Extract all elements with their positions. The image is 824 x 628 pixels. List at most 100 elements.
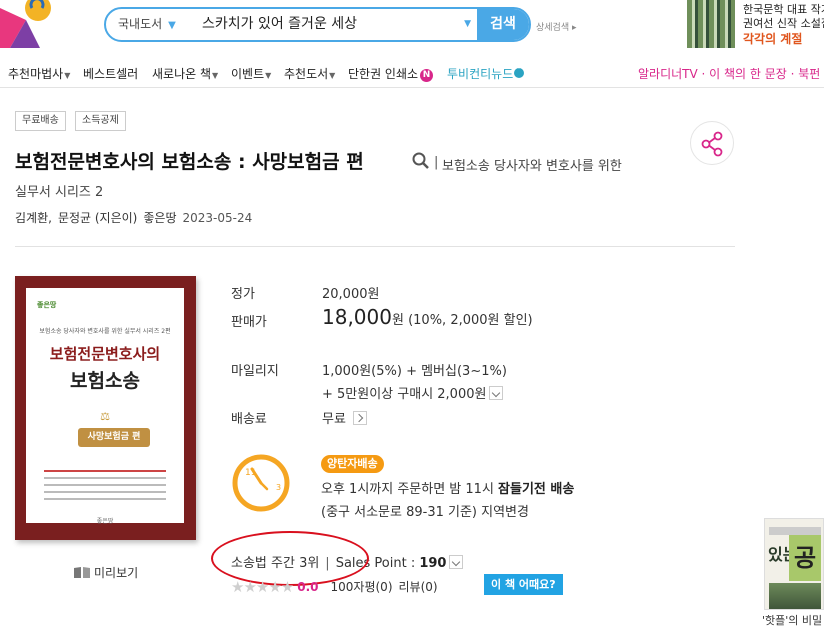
delivery-address-link[interactable]: (중구 서소문로 89-31 기준) 지역변경 <box>321 501 529 520</box>
caret-down-icon: ▼ <box>212 71 219 80</box>
clock-icon: 11 3 <box>231 453 291 513</box>
search-bar[interactable]: 국내도서 ▼ 스카치가 있어 즐거운 세상 ▼ 검색 <box>104 7 531 42</box>
book-cover[interactable]: 좋은땅 보험소송 당사자와 변호사를 위한 실무서 시리즈 2편 보험전문변호사… <box>15 276 196 540</box>
side-promo-caption[interactable]: '핫플'의 비밀 <box>762 612 822 628</box>
nav-item-bestseller[interactable]: 베스트셀러 <box>83 65 138 82</box>
sale-price-label: 판매가 <box>231 315 267 330</box>
mileage-expand-button[interactable] <box>489 386 504 400</box>
cover-panel: 좋은땅 보험소송 당사자와 변호사를 위한 실무서 시리즈 2편 보험전문변호사… <box>26 288 184 525</box>
clock-label-11: 11 <box>245 468 256 478</box>
caret-down-icon: ▼ <box>329 71 336 80</box>
delivery-line1-text: 오후 1시까지 주문하면 밤 11시 <box>321 482 499 497</box>
caret-down-icon: ▼ <box>265 71 272 80</box>
review-count[interactable]: 리뷰(0) <box>399 580 438 594</box>
nav-item-tobecontinued[interactable]: 투비컨티뉴드 <box>447 64 525 82</box>
search-scope-label: 국내도서 <box>118 17 163 31</box>
advanced-search-link[interactable]: 상세검색 ▸ <box>536 20 577 33</box>
nav-label: 추천마법사 <box>8 67 64 81</box>
new-badge: N <box>420 69 434 82</box>
nav-item-recommended-books[interactable]: 추천도서▼ <box>284 65 335 82</box>
cover-title-line2: 보험소송 <box>70 370 140 392</box>
book-title: 보험전문변호사의 보험소송 : 사망보험금 편 <box>15 151 364 173</box>
share-icon <box>701 131 723 157</box>
shipping-value-text: 무료 <box>322 412 346 427</box>
mileage-line2: + 5만원이상 구매시 2,000원 <box>322 383 504 402</box>
advanced-search-label: 상세검색 <box>536 23 570 33</box>
sale-price-value: 18,000 <box>322 305 392 329</box>
divider <box>15 246 735 247</box>
tag-tax-deduction: 소득공제 <box>75 111 126 131</box>
list-price-label: 정가 <box>231 287 255 302</box>
promo-header-strip <box>769 527 821 535</box>
nav-item-print-shop[interactable]: 단한권 인쇄소 N <box>348 65 434 82</box>
cover-publisher-logo: 좋은땅 <box>37 301 57 309</box>
delivery-line1: 오후 1시까지 주문하면 밤 11시 잠들기전 배송 <box>321 478 574 497</box>
nav-right-links[interactable]: 알라디너TV · 이 책의 한 문장 · 북펀 <box>638 65 820 82</box>
delivery-badge: 양탄자배송 <box>321 455 384 473</box>
sale-price: 18,000원 (10%, 2,000원 할인) <box>322 305 533 329</box>
more-dots-icon <box>514 64 525 78</box>
nav-label: 새로나온 책 <box>152 67 212 81</box>
promo-photo <box>769 583 821 609</box>
preview-label: 미리보기 <box>94 566 139 580</box>
clock-label-3: 3 <box>276 483 281 492</box>
rating-row: ★★★★★ 0.0 100자평(0) 리뷰(0) <box>231 576 438 596</box>
nav-label: 추천도서 <box>284 67 329 81</box>
sale-discount: (10%, 2,000원 할인) <box>408 313 533 328</box>
search-input[interactable]: 스카치가 있어 즐거운 세상 <box>202 9 357 40</box>
publish-date: 2023-05-24 <box>182 211 253 225</box>
nav-label: 베스트셀러 <box>83 67 139 81</box>
mileage-label: 마일리지 <box>231 364 279 379</box>
cover-badge: 사망보험금 편 <box>78 428 150 447</box>
nav-item-new-books[interactable]: 새로나온 책▼ <box>152 65 218 82</box>
how-is-this-book-button[interactable]: 이 책 어때요? <box>484 574 563 595</box>
banner-line3: 각각의 계절 <box>743 32 803 46</box>
search-scope-select[interactable]: 국내도서 ▼ <box>118 9 176 40</box>
cover-publisher: 좋은땅 <box>96 518 114 525</box>
search-history-dropdown-icon[interactable]: ▼ <box>464 9 471 40</box>
sales-point-expand-button[interactable] <box>449 555 464 569</box>
cover-title-line1: 보험전문변호사의 <box>49 345 161 363</box>
sales-point-value: 190 <box>419 556 447 571</box>
mileage-line2-text: + 5만원이상 구매시 2,000원 <box>322 387 487 402</box>
tag-free-shipping: 무료배송 <box>15 111 66 131</box>
open-book-icon <box>74 567 90 578</box>
book-subtitle-part1: 보험소송 당사자와 변호사를 위한 <box>442 159 622 174</box>
shipping-value: 무료 <box>322 408 367 427</box>
shipping-info-button[interactable] <box>352 411 367 425</box>
nav-item-events[interactable]: 이벤트▼ <box>231 65 271 82</box>
search-icon[interactable] <box>411 151 431 171</box>
star-rating-icon: ★★★★★ <box>231 578 294 596</box>
author-line: 김계환, 문정균 (지은이) 좋은땅 2023-05-24 <box>15 209 258 226</box>
mileage-line1: 1,000원(5%) + 멤버십(3~1%) <box>322 364 507 379</box>
book-subtitle-part2: 실무서 시리즈 2 <box>15 185 104 200</box>
promo-big-text2: 공간 <box>789 535 821 609</box>
share-button[interactable] <box>690 121 734 165</box>
side-promo-book[interactable]: 있는 공간 <box>764 518 824 610</box>
subtitle-separator: | <box>434 155 439 170</box>
sale-price-unit: 원 <box>391 313 404 328</box>
preview-button[interactable]: 미리보기 <box>73 564 138 581</box>
short-review-count[interactable]: 100자평(0) <box>331 580 393 594</box>
rating-score: 0.0 <box>297 580 319 594</box>
banner-book-image <box>687 0 735 48</box>
delivery-line1-bold: 잠들기전 배송 <box>498 482 575 497</box>
aladin-logo[interactable] <box>0 0 60 48</box>
banner-line2: 권여선 신작 소설집 <box>743 17 824 30</box>
search-button[interactable]: 검색 <box>477 9 529 40</box>
cover-series: 보험소송 당사자와 변호사를 위한 실무서 시리즈 2편 <box>39 328 171 335</box>
caret-down-icon: ▼ <box>64 71 71 80</box>
nav-label: 투비컨티뉴드 <box>447 67 514 81</box>
author-link[interactable]: 김계환, <box>15 211 52 225</box>
promo-banner[interactable]: 한국문학 대표 작가 권여선 신작 소설집 각각의 계절 <box>687 0 824 48</box>
publisher-link[interactable]: 좋은땅 <box>143 211 176 225</box>
chevron-down-icon: ▼ <box>168 20 176 31</box>
cover-text-lines <box>44 470 166 505</box>
scale-icon: ⚖ <box>100 410 110 423</box>
author-link[interactable]: 문정균 (지은이) <box>58 211 137 225</box>
list-price-value: 20,000원 <box>322 287 380 302</box>
shipping-label: 배송료 <box>231 412 267 427</box>
nav-item-recommend-wizard[interactable]: 추천마법사▼ <box>8 65 70 82</box>
nav-label: 이벤트 <box>231 67 265 81</box>
main-nav: 추천마법사▼ 베스트셀러 새로나온 책▼ 이벤트▼ 추천도서▼ 단한권 인쇄소 N… <box>0 58 824 88</box>
